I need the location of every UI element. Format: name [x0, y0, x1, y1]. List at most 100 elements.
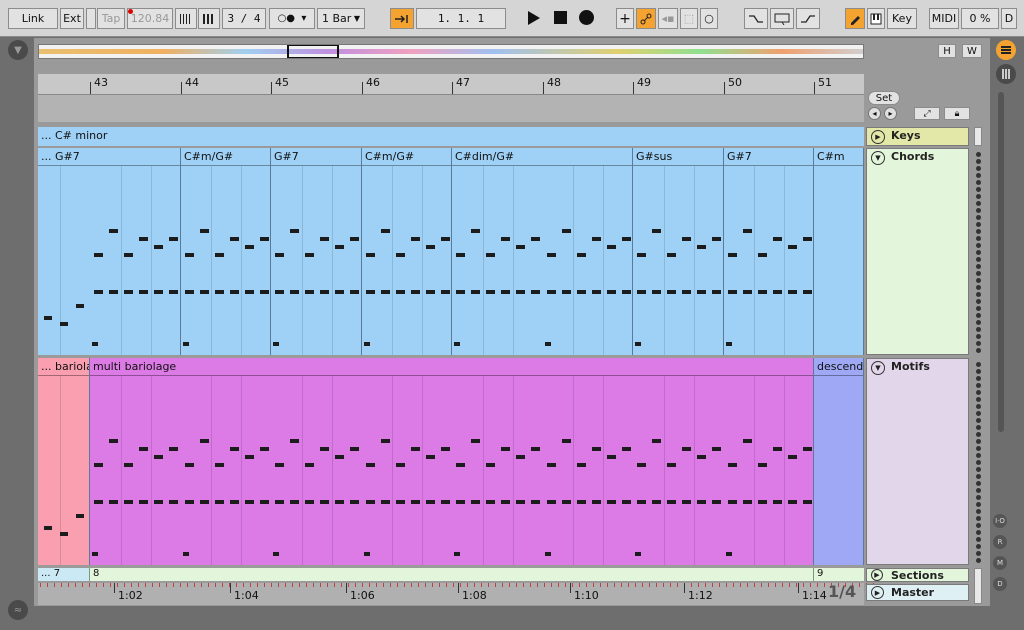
midi-note[interactable] — [562, 439, 571, 443]
midi-note[interactable] — [635, 342, 641, 346]
midi-note[interactable] — [350, 447, 359, 451]
midi-note[interactable] — [109, 229, 118, 233]
midi-note[interactable] — [486, 253, 495, 257]
midi-note[interactable] — [758, 253, 767, 257]
midi-note[interactable] — [501, 237, 510, 241]
midi-note[interactable] — [426, 290, 435, 294]
midi-note[interactable] — [682, 290, 691, 294]
midi-note[interactable] — [471, 229, 480, 233]
midi-note[interactable] — [169, 237, 178, 241]
midi-note[interactable] — [454, 342, 460, 346]
track-fold-icon[interactable]: ▼ — [871, 151, 885, 165]
midi-note[interactable] — [788, 455, 797, 459]
midi-note[interactable] — [456, 463, 465, 467]
midi-note[interactable] — [381, 500, 390, 504]
midi-note[interactable] — [44, 526, 52, 530]
punch-in-icon[interactable] — [744, 8, 768, 29]
punch-out-icon[interactable] — [796, 8, 820, 29]
draw-mode-icon[interactable] — [845, 8, 865, 29]
next-locator-icon[interactable]: ▸ — [884, 107, 897, 120]
midi-note[interactable] — [124, 253, 133, 257]
chord-clip[interactable]: C#m/G# — [181, 148, 271, 355]
arrangement-view-icon[interactable] — [996, 40, 1016, 60]
midi-note[interactable] — [169, 500, 178, 504]
groove-pool-icon[interactable]: ≈ — [8, 600, 28, 620]
midi-note[interactable] — [726, 342, 732, 346]
midi-note[interactable] — [200, 500, 209, 504]
midi-note[interactable] — [758, 500, 767, 504]
midi-note[interactable] — [471, 500, 480, 504]
midi-note[interactable] — [545, 552, 551, 556]
returns-toggle-icon[interactable]: R — [993, 535, 1007, 549]
midi-note[interactable] — [109, 290, 118, 294]
midi-note[interactable] — [92, 552, 98, 556]
midi-note[interactable] — [411, 290, 420, 294]
beat-time-ruler[interactable]: 43 44 45 46 47 48 49 50 51 — [38, 74, 864, 94]
midi-note[interactable] — [396, 500, 405, 504]
midi-note[interactable] — [350, 500, 359, 504]
midi-note[interactable] — [667, 253, 676, 257]
midi-note[interactable] — [697, 455, 706, 459]
master-io-strip[interactable] — [974, 568, 982, 604]
set-locator-button[interactable]: Set — [868, 91, 900, 105]
midi-note[interactable] — [516, 455, 525, 459]
record-icon[interactable] — [579, 10, 594, 25]
midi-note[interactable] — [592, 237, 601, 241]
loop-brace-area[interactable] — [38, 94, 864, 122]
midi-note[interactable] — [652, 439, 661, 443]
midi-note[interactable] — [124, 463, 133, 467]
midi-note[interactable] — [441, 290, 450, 294]
midi-note[interactable] — [652, 500, 661, 504]
midi-note[interactable] — [200, 290, 209, 294]
midi-note[interactable] — [139, 290, 148, 294]
midi-note[interactable] — [200, 229, 209, 233]
midi-note[interactable] — [350, 237, 359, 241]
midi-note[interactable] — [124, 290, 133, 294]
midi-note[interactable] — [501, 290, 510, 294]
midi-note[interactable] — [139, 500, 148, 504]
midi-note[interactable] — [635, 552, 641, 556]
midi-note[interactable] — [562, 290, 571, 294]
midi-note[interactable] — [441, 237, 450, 241]
track-fold-icon[interactable]: ▶ — [871, 586, 884, 599]
midi-note[interactable] — [516, 500, 525, 504]
midi-note[interactable] — [773, 447, 782, 451]
midi-note[interactable] — [60, 322, 68, 326]
midi-note[interactable] — [245, 290, 254, 294]
midi-note[interactable] — [185, 500, 194, 504]
vertical-scrollbar[interactable] — [998, 92, 1004, 432]
midi-note[interactable] — [335, 500, 344, 504]
midi-note[interactable] — [454, 552, 460, 556]
motifs-lane[interactable]: ... bariola multi bariolage descend — [38, 358, 864, 565]
midi-note[interactable] — [92, 342, 98, 346]
midi-note[interactable] — [456, 290, 465, 294]
midi-note[interactable] — [743, 439, 752, 443]
midi-note[interactable] — [396, 253, 405, 257]
midi-note[interactable] — [712, 447, 721, 451]
midi-note[interactable] — [426, 500, 435, 504]
track-fold-icon[interactable]: ▼ — [871, 361, 885, 375]
midi-note[interactable] — [411, 237, 420, 241]
midi-note[interactable] — [94, 253, 103, 257]
midi-note[interactable] — [486, 500, 495, 504]
play-icon[interactable] — [528, 11, 540, 25]
midi-note[interactable] — [305, 290, 314, 294]
midi-note[interactable] — [622, 290, 631, 294]
midi-note[interactable] — [501, 447, 510, 451]
midi-note[interactable] — [94, 290, 103, 294]
midi-note[interactable] — [320, 500, 329, 504]
midi-note[interactable] — [652, 290, 661, 294]
midi-note[interactable] — [76, 304, 84, 308]
tap-button[interactable]: Tap — [97, 8, 125, 29]
midi-note[interactable] — [652, 229, 661, 233]
midi-note[interactable] — [697, 245, 706, 249]
expand-icon[interactable]: ⤢ — [914, 107, 940, 120]
midi-note[interactable] — [592, 290, 601, 294]
midi-note[interactable] — [637, 253, 646, 257]
midi-note[interactable] — [290, 500, 299, 504]
track-header-master[interactable]: ▶ Master — [866, 584, 969, 601]
midi-note[interactable] — [230, 500, 239, 504]
midi-note[interactable] — [516, 290, 525, 294]
computer-midi-keyboard-icon[interactable] — [867, 8, 885, 29]
midi-note[interactable] — [682, 447, 691, 451]
